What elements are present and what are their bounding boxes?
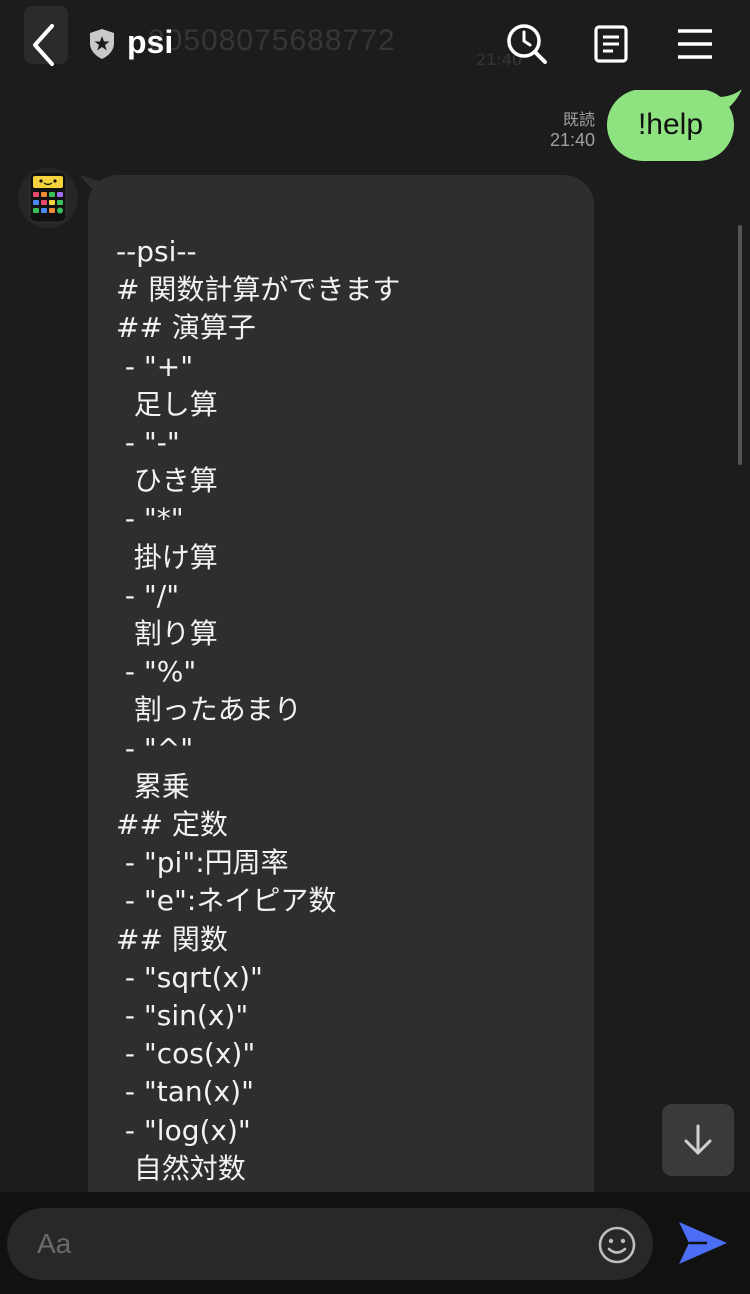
background-preview-text: 20508075688772 [148,24,396,57]
scrollbar[interactable] [738,225,742,465]
chat-title: psi [127,24,174,60]
search-button[interactable] [505,22,549,66]
smiley-icon [598,1226,636,1264]
sent-message-bubble[interactable]: !help [607,89,734,161]
message-input[interactable] [7,1208,653,1280]
sent-time: 21:40 [549,130,595,150]
received-message-bubble[interactable]: --psi-- # 関数計算ができます ## 演算子 - "+" 足し算 - "… [88,175,594,1235]
notes-button[interactable] [589,22,633,66]
read-receipt: 既読 [562,110,595,129]
chevron-left-icon [33,24,54,66]
note-icon [594,25,628,63]
emoji-button[interactable] [597,1225,637,1265]
hamburger-menu-icon [678,29,712,59]
message-input-bar [0,1192,750,1294]
shield-star-icon [90,29,114,59]
chat-header: 20508075688772 21:40 psi [0,0,750,90]
help-message-text: --psi-- # 関数計算ができます ## 演算子 - "+" 足し算 - "… [116,235,401,1185]
menu-button[interactable] [673,22,717,66]
search-clock-icon [507,24,547,64]
arrow-down-icon [684,1124,712,1155]
background-preview: 20508075688772 21:40 [18,2,522,74]
scroll-to-bottom-button[interactable] [662,1104,734,1176]
back-button[interactable] [28,22,64,68]
avatar[interactable] [18,168,78,228]
send-arrow-icon [679,1222,727,1264]
send-button[interactable] [677,1220,729,1266]
calculator-avatar-icon [18,168,78,228]
